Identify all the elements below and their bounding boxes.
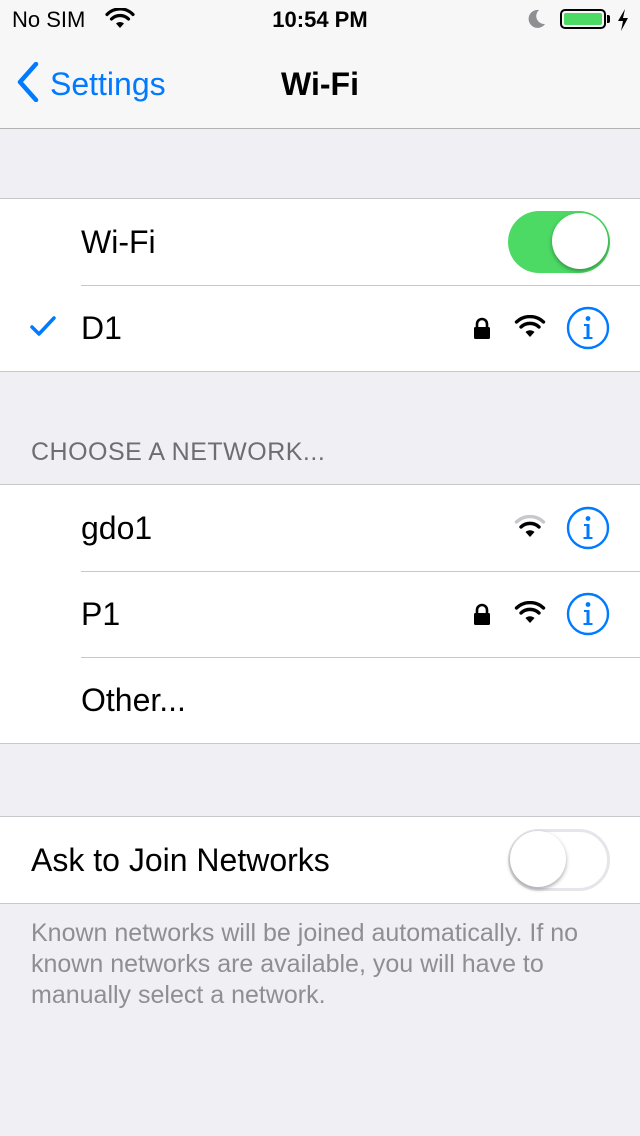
moon-icon xyxy=(528,9,546,34)
info-icon[interactable] xyxy=(566,306,610,350)
ask-to-join-label: Ask to Join Networks xyxy=(31,842,330,878)
choose-network-header: CHOOSE A NETWORK... xyxy=(31,438,326,466)
wifi-signal-icon xyxy=(514,600,546,630)
lock-icon xyxy=(472,603,492,632)
wifi-signal-icon xyxy=(514,514,546,544)
wifi-toggle[interactable] xyxy=(508,211,610,273)
ask-to-join-toggle[interactable] xyxy=(508,829,610,891)
wifi-signal-icon xyxy=(514,314,546,344)
network-row[interactable]: P1 xyxy=(0,571,640,657)
network-name: gdo1 xyxy=(81,510,153,546)
wifi-group: Wi-Fi D1 xyxy=(0,198,640,372)
ask-to-join-row: Ask to Join Networks xyxy=(0,817,640,903)
battery-icon xyxy=(560,9,606,29)
connected-network-row[interactable]: D1 xyxy=(0,285,640,371)
info-icon[interactable] xyxy=(566,506,610,550)
lock-icon xyxy=(472,317,492,346)
info-icon[interactable] xyxy=(566,592,610,636)
other-network-label: Other... xyxy=(81,682,186,718)
status-bar: No SIM 10:54 PM xyxy=(0,0,640,40)
charging-bolt-icon xyxy=(617,9,629,36)
network-name: D1 xyxy=(81,310,122,346)
wifi-toggle-label: Wi-Fi xyxy=(81,224,156,260)
ask-to-join-footer: Known networks will be joined automatica… xyxy=(31,919,579,1009)
ask-to-join-group: Ask to Join Networks xyxy=(0,816,640,904)
networks-group: gdo1 P1 Other... xyxy=(0,484,640,744)
toggle-knob xyxy=(552,213,608,269)
battery-tip xyxy=(607,15,610,23)
toggle-knob xyxy=(510,831,566,887)
network-name: P1 xyxy=(81,596,121,632)
network-row[interactable]: gdo1 xyxy=(0,485,640,571)
wifi-toggle-row: Wi-Fi xyxy=(0,199,640,285)
navigation-bar: Settings Wi-Fi xyxy=(0,40,640,129)
checkmark-icon xyxy=(30,315,56,342)
page-title: Wi-Fi xyxy=(281,66,359,102)
other-network-row[interactable]: Other... xyxy=(0,657,640,743)
